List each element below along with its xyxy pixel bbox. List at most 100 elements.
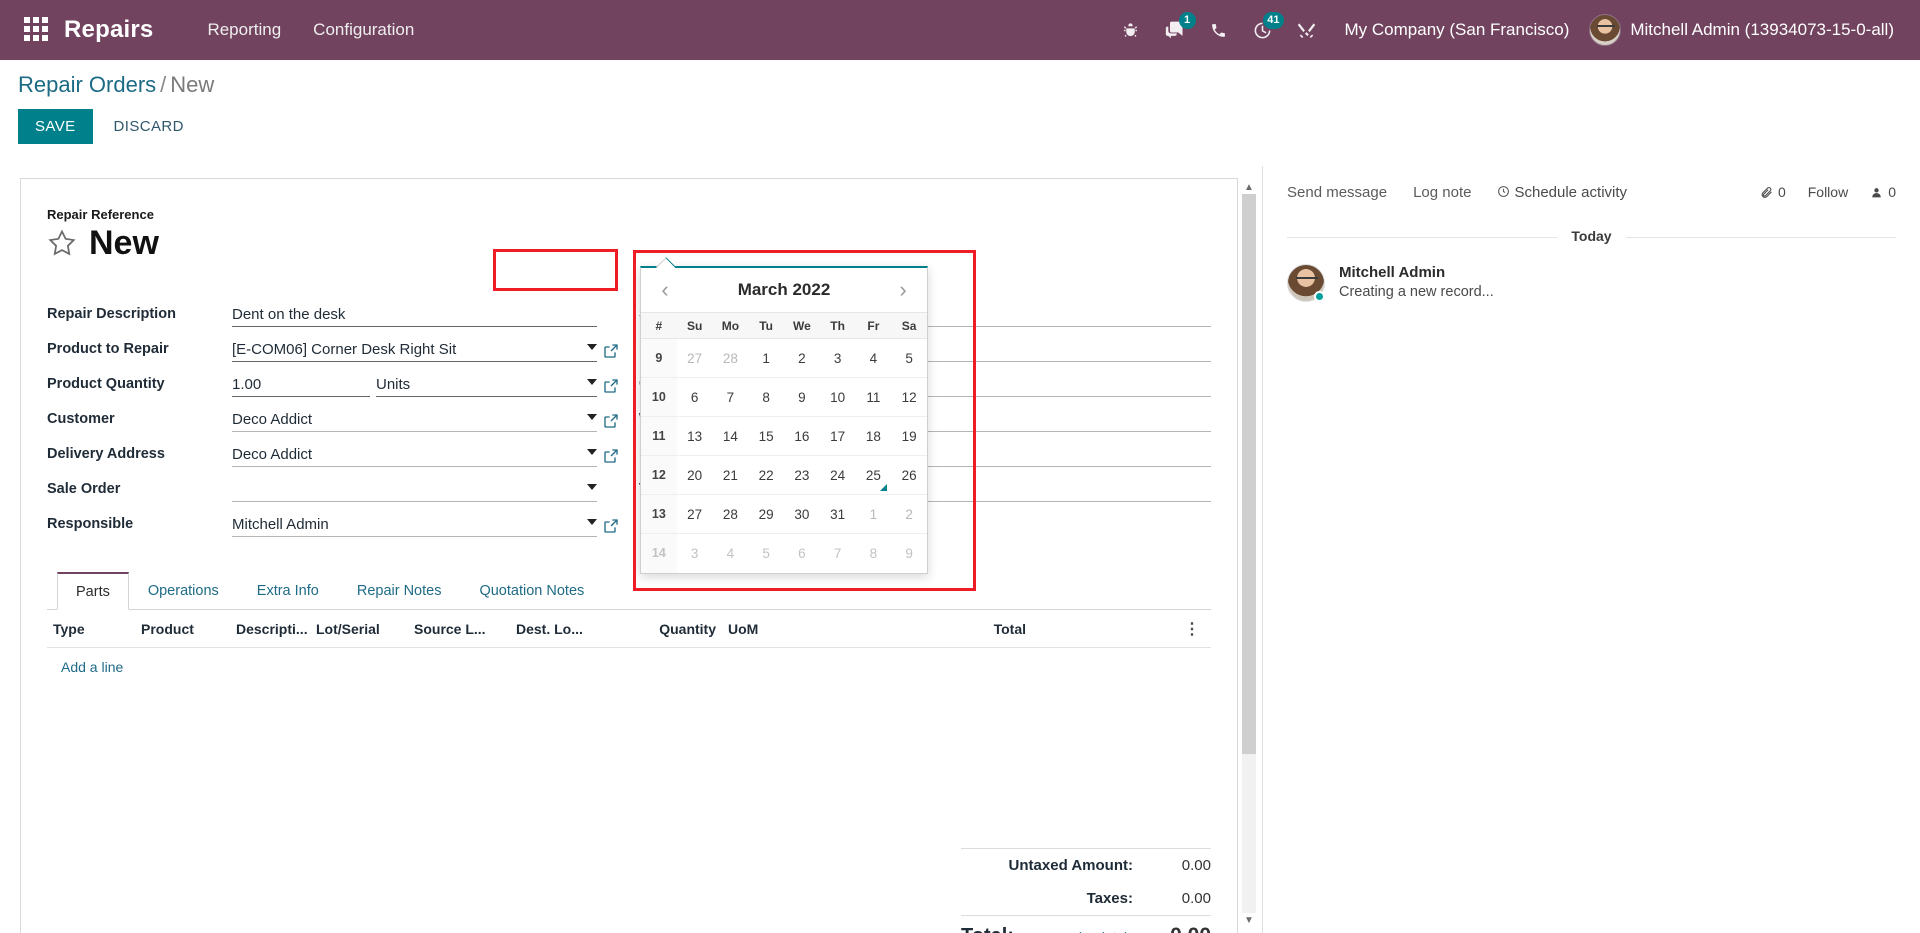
tab-parts[interactable]: Parts bbox=[57, 572, 129, 610]
col-lot-serial: Lot/Serial bbox=[316, 620, 380, 637]
datepicker-day[interactable]: 27 bbox=[677, 495, 713, 534]
datepicker-day[interactable]: 29 bbox=[748, 495, 784, 534]
datepicker-day[interactable]: 22 bbox=[748, 456, 784, 495]
chevron-down-icon[interactable] bbox=[587, 518, 597, 525]
chevron-down-icon[interactable] bbox=[587, 448, 597, 455]
datepicker-day[interactable]: 17 bbox=[820, 417, 856, 456]
customer-input[interactable]: Deco Addict bbox=[232, 410, 597, 432]
scrollbar-thumb[interactable] bbox=[1242, 194, 1256, 754]
datepicker-day[interactable]: 4 bbox=[856, 339, 892, 378]
datepicker-day[interactable]: 8 bbox=[856, 534, 892, 573]
datepicker-day[interactable]: 10 bbox=[820, 378, 856, 417]
app-brand-name[interactable]: Repairs bbox=[64, 16, 153, 44]
datepicker-day[interactable]: 6 bbox=[784, 534, 820, 573]
datepicker-day[interactable]: 1 bbox=[856, 495, 892, 534]
datepicker-day[interactable]: 14 bbox=[713, 417, 749, 456]
scroll-down-icon[interactable]: ▼ bbox=[1242, 913, 1256, 927]
chevron-down-icon[interactable] bbox=[587, 483, 597, 490]
log-note-button[interactable]: Log note bbox=[1413, 184, 1471, 201]
datepicker-day[interactable]: 1 bbox=[748, 339, 784, 378]
activities-clock-icon[interactable]: 41 bbox=[1243, 10, 1284, 50]
datepicker-day[interactable]: 5 bbox=[891, 339, 927, 378]
chevron-down-icon[interactable] bbox=[587, 413, 597, 420]
datepicker-day[interactable]: 18 bbox=[856, 417, 892, 456]
uom-input[interactable]: Units bbox=[376, 375, 597, 397]
scroll-up-icon[interactable]: ▲ bbox=[1242, 180, 1256, 194]
datepicker-month-label[interactable]: March 2022 bbox=[679, 280, 889, 300]
product-to-repair-input[interactable]: [E-COM06] Corner Desk Right Sit bbox=[232, 340, 597, 362]
tab-repair-notes[interactable]: Repair Notes bbox=[338, 572, 461, 610]
datepicker-day[interactable]: 15 bbox=[748, 417, 784, 456]
datepicker-day[interactable]: 3 bbox=[820, 339, 856, 378]
tools-icon[interactable] bbox=[1287, 10, 1327, 50]
sale-order-input[interactable] bbox=[232, 480, 597, 502]
discard-button[interactable]: DISCARD bbox=[101, 109, 197, 144]
datepicker-day[interactable]: 12 bbox=[891, 378, 927, 417]
datepicker-day[interactable]: 2 bbox=[891, 495, 927, 534]
responsible-input[interactable]: Mitchell Admin bbox=[232, 515, 597, 537]
breadcrumb-root[interactable]: Repair Orders bbox=[18, 72, 156, 97]
bug-icon[interactable] bbox=[1111, 10, 1151, 50]
datepicker-day[interactable]: 23 bbox=[784, 456, 820, 495]
datepicker-day[interactable]: 27 bbox=[677, 339, 713, 378]
tab-quotation-notes[interactable]: Quotation Notes bbox=[460, 572, 603, 610]
chevron-left-icon[interactable]: ‹ bbox=[651, 276, 679, 304]
repair-description-input[interactable]: Dent on the desk bbox=[232, 305, 597, 327]
chevron-right-icon[interactable]: › bbox=[889, 276, 917, 304]
save-button[interactable]: SAVE bbox=[18, 109, 93, 144]
internal-link-icon[interactable] bbox=[603, 413, 619, 429]
datepicker-day[interactable]: 9 bbox=[891, 534, 927, 573]
datepicker-day[interactable]: 4 bbox=[713, 534, 749, 573]
menu-reporting[interactable]: Reporting bbox=[191, 12, 297, 48]
datepicker-day[interactable]: 25 bbox=[856, 456, 892, 495]
datepicker-day[interactable]: 6 bbox=[677, 378, 713, 417]
product-quantity-input[interactable]: 1.00 bbox=[232, 375, 370, 397]
internal-link-icon[interactable] bbox=[603, 343, 619, 359]
datepicker-day[interactable]: 13 bbox=[677, 417, 713, 456]
attachments-counter[interactable]: 0 bbox=[1760, 184, 1786, 200]
datepicker-day[interactable]: 24 bbox=[820, 456, 856, 495]
datepicker-day[interactable]: 26 bbox=[891, 456, 927, 495]
datepicker-day[interactable]: 21 bbox=[713, 456, 749, 495]
vertical-dots-icon[interactable]: ⋮ bbox=[1184, 619, 1211, 639]
delivery-address-input[interactable]: Deco Addict bbox=[232, 445, 597, 467]
form-scrollbar[interactable]: ▲ ▼ bbox=[1242, 180, 1256, 927]
datepicker-day[interactable]: 7 bbox=[713, 378, 749, 417]
add-a-line-button[interactable]: Add a line bbox=[47, 648, 1211, 686]
datepicker-day[interactable]: 20 bbox=[677, 456, 713, 495]
chevron-down-icon[interactable] bbox=[587, 378, 597, 385]
field-label: Responsible bbox=[47, 516, 134, 532]
internal-link-icon[interactable] bbox=[603, 518, 619, 534]
internal-link-icon[interactable] bbox=[603, 378, 619, 394]
datepicker-day[interactable]: 19 bbox=[891, 417, 927, 456]
datepicker-day[interactable]: 31 bbox=[820, 495, 856, 534]
schedule-activity-button[interactable]: Schedule activity bbox=[1497, 184, 1627, 201]
send-message-button[interactable]: Send message bbox=[1287, 184, 1387, 201]
internal-link-icon[interactable] bbox=[603, 448, 619, 464]
apps-grid-icon[interactable] bbox=[24, 17, 50, 43]
datepicker-day[interactable]: 11 bbox=[856, 378, 892, 417]
datepicker-day[interactable]: 30 bbox=[784, 495, 820, 534]
datepicker-day[interactable]: 9 bbox=[784, 378, 820, 417]
scheduled-date-datepicker[interactable]: ‹ March 2022 › # Su Mo Tu We Th Fr Sa 9 27 28 1 2 3 4… bbox=[640, 257, 928, 574]
datepicker-day[interactable]: 28 bbox=[713, 495, 749, 534]
phone-icon[interactable] bbox=[1199, 10, 1239, 50]
datepicker-day[interactable]: 5 bbox=[748, 534, 784, 573]
messages-icon[interactable]: 1 bbox=[1155, 10, 1196, 50]
datepicker-day[interactable]: 2 bbox=[784, 339, 820, 378]
datepicker-day[interactable]: 16 bbox=[784, 417, 820, 456]
chevron-down-icon[interactable] bbox=[587, 343, 597, 350]
datepicker-day[interactable]: 7 bbox=[820, 534, 856, 573]
datepicker-day[interactable]: 8 bbox=[748, 378, 784, 417]
update-total-link[interactable]: (update) bbox=[1077, 929, 1129, 933]
followers-counter[interactable]: 0 bbox=[1870, 184, 1896, 200]
favorite-star-icon[interactable] bbox=[47, 228, 77, 258]
tab-extra-info[interactable]: Extra Info bbox=[238, 572, 338, 610]
datepicker-day[interactable]: 28 bbox=[713, 339, 749, 378]
tab-operations[interactable]: Operations bbox=[129, 572, 238, 610]
menu-configuration[interactable]: Configuration bbox=[297, 12, 430, 48]
follow-button[interactable]: Follow bbox=[1808, 184, 1848, 200]
company-switcher[interactable]: My Company (San Francisco) bbox=[1345, 20, 1570, 40]
user-menu[interactable]: Mitchell Admin (13934073-15-0-all) bbox=[1589, 14, 1902, 46]
datepicker-day[interactable]: 3 bbox=[677, 534, 713, 573]
